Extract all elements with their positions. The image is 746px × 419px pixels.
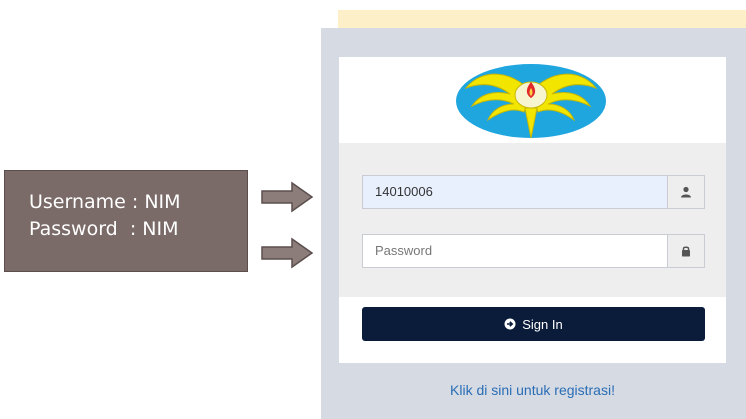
arrow-circle-right-icon bbox=[504, 318, 516, 330]
username-input[interactable]: 14010006 bbox=[362, 175, 667, 209]
lock-icon-addon bbox=[667, 234, 705, 268]
callout-username-text: Username : NIM bbox=[29, 191, 181, 213]
password-input[interactable]: Password bbox=[362, 234, 667, 268]
arrow-right-icon bbox=[261, 181, 314, 213]
top-strip bbox=[338, 10, 746, 28]
callout-password-text: Password : NIM bbox=[29, 218, 179, 240]
arrow-right-icon bbox=[261, 237, 314, 269]
register-link[interactable]: Klik di sini untuk registrasi! bbox=[339, 382, 726, 398]
credentials-callout: Username : NIM Password : NIM bbox=[4, 170, 248, 272]
user-icon-addon bbox=[667, 175, 705, 209]
password-input-group: Password bbox=[362, 234, 705, 268]
sign-in-button[interactable]: Sign In bbox=[362, 307, 705, 341]
user-icon bbox=[681, 186, 691, 198]
lock-icon bbox=[682, 246, 690, 257]
sign-in-label: Sign In bbox=[522, 316, 563, 332]
university-emblem-icon bbox=[456, 64, 606, 139]
username-input-group: 14010006 bbox=[362, 175, 705, 209]
